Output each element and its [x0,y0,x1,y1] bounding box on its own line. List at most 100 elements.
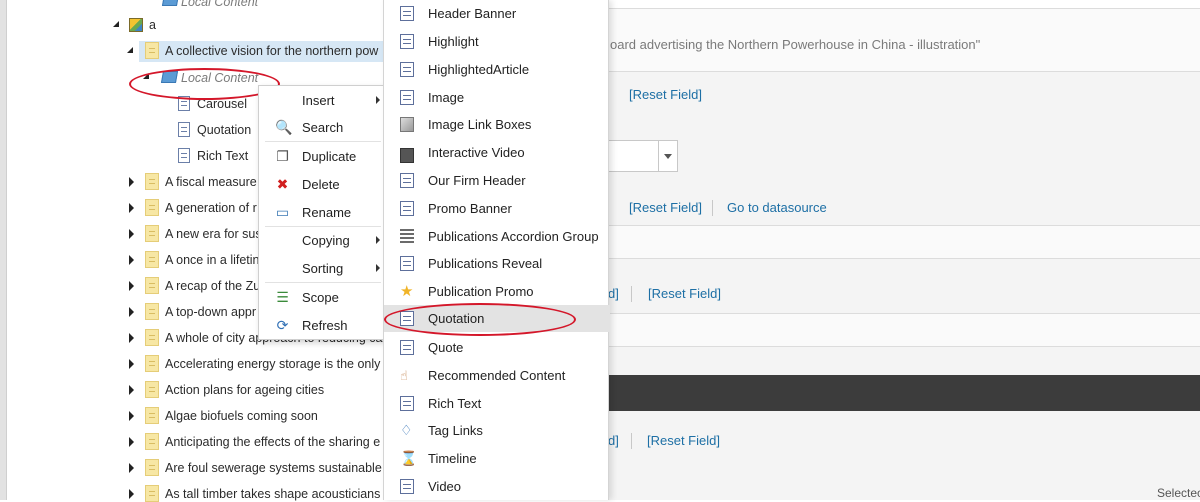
insert-option-highlightedarticle[interactable]: HighlightedArticle [384,56,610,83]
insert-option-publications-reveal[interactable]: Publications Reveal [384,250,610,277]
menu-item-rename[interactable]: ▭ Rename [259,199,387,225]
collapse-arrow-icon[interactable] [127,47,133,53]
folder-icon [161,0,180,6]
tree-item-selected[interactable]: A collective vision for the northern pow [165,44,378,58]
insert-option-quote[interactable]: Quote [384,334,610,361]
menu-item-label: Refresh [302,318,348,333]
collapse-arrow-icon[interactable] [113,21,119,27]
insert-option-image[interactable]: Image [384,84,610,111]
menu-item-sorting[interactable]: Sorting [259,255,387,281]
article-icon [145,251,159,268]
expand-arrow-icon[interactable] [129,203,134,213]
site-cube-icon [129,18,143,32]
tree-item[interactable]: Algae biofuels coming soon [165,409,318,423]
rename-icon: ▭ [275,204,290,220]
reset-field-link[interactable]: [Reset Field] [629,200,702,215]
menu-item-label: Insert [302,93,335,108]
insert-option-interactive-video[interactable]: Interactive Video [384,139,610,166]
hourglass-icon: ⌛ [400,450,418,466]
expand-arrow-icon[interactable] [129,463,134,473]
expand-arrow-icon[interactable] [129,281,134,291]
tree-item[interactable]: A fiscal measure [165,175,257,189]
tree-item[interactable]: Action plans for ageing cities [165,383,324,397]
tree-item[interactable]: Anticipating the effects of the sharing … [165,435,380,449]
tag-icon: ♢ [400,422,413,438]
article-icon [145,407,159,424]
link-separator [712,200,713,216]
insert-option-timeline[interactable]: ⌛ Timeline [384,445,610,472]
article-icon [145,225,159,242]
insert-option-publications-accordion-group[interactable]: Publications Accordion Group [384,223,610,250]
tree-item[interactable]: As tall timber takes shape acousticians [165,487,380,501]
menu-item-refresh[interactable]: ⟳ Refresh [259,312,387,338]
insert-option-label: Publications Reveal [428,256,543,271]
expand-arrow-icon[interactable] [129,359,134,369]
tree-item-local-content[interactable]: Local Content [181,0,258,9]
expand-arrow-icon[interactable] [129,333,134,343]
insert-option-our-firm-header[interactable]: Our Firm Header [384,167,610,194]
insert-option-rich-text[interactable]: Rich Text [384,390,610,417]
tree-item[interactable]: A once in a lifetin [165,253,260,267]
insert-option-label: Publication Promo [428,284,534,299]
menu-item-insert[interactable]: Insert [259,87,387,113]
menu-item-search[interactable]: 🔍 Search [259,114,387,140]
component-icon [400,340,414,355]
insert-option-tag-links[interactable]: ♢ Tag Links [384,417,610,444]
menu-item-delete[interactable]: ✖ Delete [259,171,387,197]
insert-option-header-banner[interactable]: Header Banner [384,0,610,27]
expand-arrow-icon[interactable] [129,489,134,499]
reset-field-link[interactable]: [Reset Field] [648,286,721,301]
menu-item-label: Duplicate [302,149,357,164]
menu-item-label: Scope [302,290,339,305]
tree-item[interactable]: A recap of the Zu [165,279,260,293]
insert-option-label: Promo Banner [428,201,512,216]
insert-option-recommended-content[interactable]: ☝ Recommended Content [384,362,610,389]
selected-label: Selectec [1157,486,1200,500]
expand-arrow-icon[interactable] [129,255,134,265]
insert-option-promo-banner[interactable]: Promo Banner [384,195,610,222]
tree-item[interactable]: A top-down appr [165,305,256,319]
insert-option-label: Rich Text [428,396,482,411]
menu-separator [265,282,381,283]
duplicate-icon: ❐ [276,148,289,164]
insert-option-label: Quote [428,340,464,355]
menu-item-copying[interactable]: Copying [259,227,387,253]
tree-item-child[interactable]: Rich Text [197,149,248,163]
menu-item-label: Sorting [302,261,344,276]
insert-option-label: HighlightedArticle [428,62,530,77]
tree-item-root[interactable]: a [149,18,156,32]
tree-item[interactable]: A generation of r [165,201,257,215]
link-separator [631,433,632,449]
insert-option-highlight[interactable]: Highlight [384,28,610,55]
tree-item[interactable]: Accelerating energy storage is the only [165,357,380,371]
expand-arrow-icon[interactable] [129,385,134,395]
video-icon [400,148,414,163]
component-icon [178,148,190,163]
expand-arrow-icon[interactable] [129,437,134,447]
insert-option-publication-promo[interactable]: ★ Publication Promo [384,278,610,305]
expand-arrow-icon[interactable] [129,411,134,421]
insert-option-image-link-boxes[interactable]: Image Link Boxes [384,111,610,138]
component-icon [400,256,414,271]
expand-arrow-icon[interactable] [129,229,134,239]
expand-arrow-icon[interactable] [129,307,134,317]
menu-item-duplicate[interactable]: ❐ Duplicate [259,143,387,169]
tree-item[interactable]: A new era for sus [165,227,262,241]
insert-option-label: Tag Links [428,423,483,438]
article-icon [145,355,159,372]
thumbs-up-icon: ☝ [400,368,408,383]
menu-item-scope[interactable]: ☰ Scope [259,284,387,310]
dropdown-arrow-button[interactable] [658,140,678,172]
reset-field-link[interactable]: [Reset Field] [647,433,720,448]
tree-item-child[interactable]: Quotation [197,123,251,137]
insert-option-video[interactable]: Video [384,473,610,500]
insert-option-label: Header Banner [428,6,517,21]
reset-field-link[interactable]: [Reset Field] [629,87,702,102]
menu-item-label: Rename [302,205,352,220]
menu-item-label: Copying [302,233,350,248]
expand-arrow-icon[interactable] [129,177,134,187]
tree-item[interactable]: Are foul sewerage systems sustainable [165,461,382,475]
go-to-datasource-link[interactable]: Go to datasource [727,200,827,215]
insert-option-label: Image Link Boxes [428,117,532,132]
menu-item-label: Delete [302,177,340,192]
